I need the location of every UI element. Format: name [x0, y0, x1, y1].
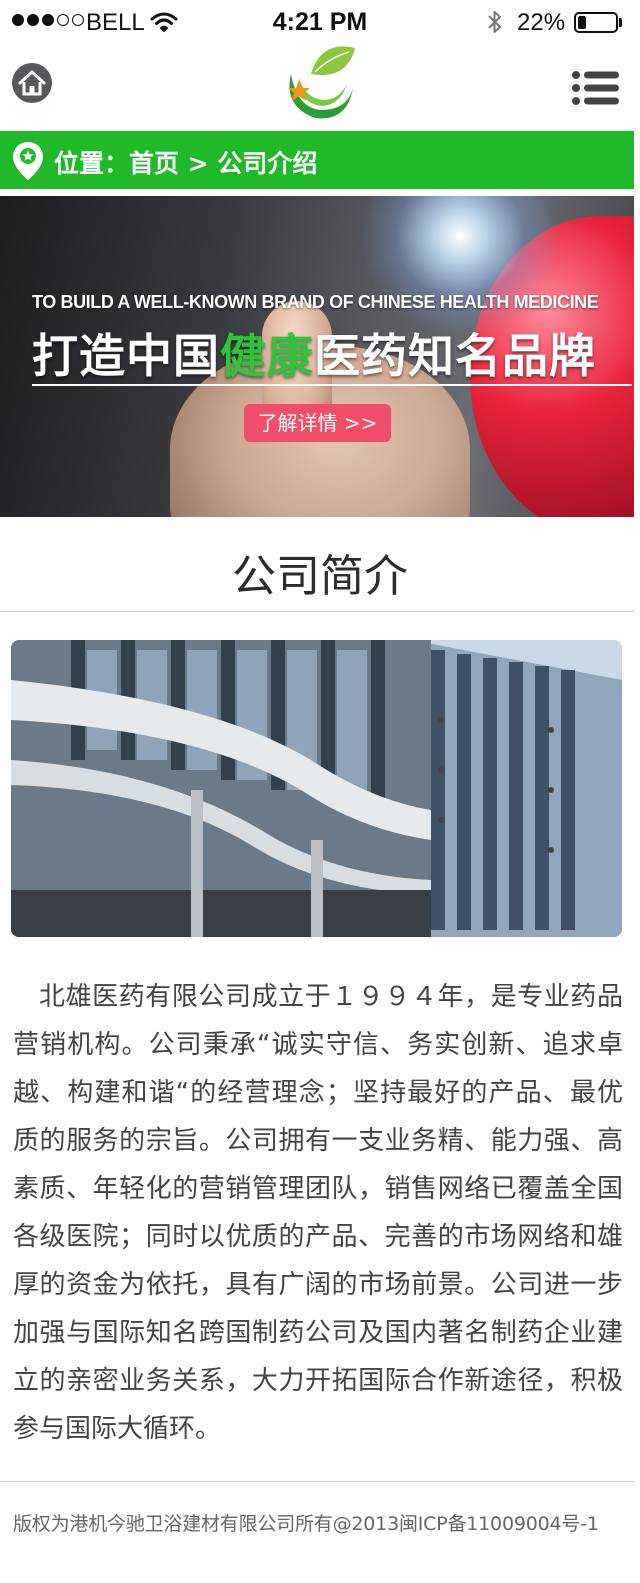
breadcrumb-separator: >: [187, 149, 209, 178]
location-pin-icon: [13, 142, 43, 180]
banner-underline: [32, 384, 632, 386]
breadcrumb-prefix: 位置：: [54, 149, 130, 178]
banner-slogan-part1: 打造中国: [32, 329, 220, 383]
home-icon[interactable]: [11, 62, 53, 104]
menu-icon[interactable]: [571, 70, 619, 106]
hero-banner[interactable]: TO BUILD A WELL-KNOWN BRAND OF CHINESE H…: [0, 196, 634, 517]
status-bar: BELL 4:21 PM 22%: [0, 0, 640, 44]
company-building-photo: [11, 640, 622, 937]
banner-slogan: 打造中国健康医药知名品牌: [32, 320, 596, 386]
section-title: 公司简介: [232, 551, 408, 602]
footer-divider: [0, 1481, 634, 1482]
leaf-star-logo[interactable]: [277, 44, 357, 124]
banner-english-slogan: TO BUILD A WELL-KNOWN BRAND OF CHINESE H…: [32, 292, 599, 312]
bluetooth-icon: [488, 11, 501, 33]
battery-percent: 22%: [517, 9, 566, 36]
learn-more-button[interactable]: 了解详情 >>: [244, 404, 391, 442]
breadcrumb-current[interactable]: 公司介绍: [217, 149, 317, 178]
banner-slogan-highlight: 健康: [220, 329, 314, 383]
breadcrumb: 位置：首页 > 公司介绍: [54, 144, 317, 180]
breadcrumb-bar: 位置：首页 > 公司介绍: [0, 131, 634, 189]
battery-icon: [574, 12, 618, 33]
footer-copyright: 版权为港机今驰卫浴建材有限公司所有@2013闽ICP备11009004号-1: [13, 1513, 599, 1535]
section-divider: [0, 611, 634, 612]
banner-slogan-part2: 医药知名品牌: [314, 329, 596, 383]
battery-tip: [619, 18, 622, 27]
building-illustration: [11, 640, 622, 937]
breadcrumb-home-link[interactable]: 首页: [129, 149, 179, 178]
company-intro-text: 北雄医药有限公司成立于１９９４年，是专业药品营销机构。公司秉承“诚实守信、务实创…: [13, 982, 623, 1444]
header: [0, 44, 640, 131]
